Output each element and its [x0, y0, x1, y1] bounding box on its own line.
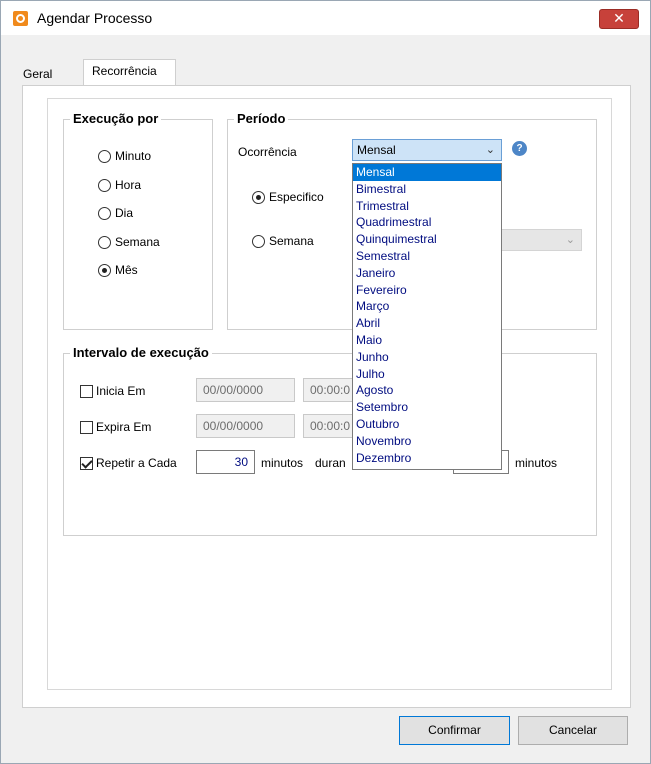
expira-time-field[interactable]: 00:00:0: [303, 414, 353, 438]
title-bar: Agendar Processo ✕: [1, 1, 650, 35]
dropdown-item[interactable]: Maio: [353, 332, 501, 349]
radio-circle[interactable]: [98, 149, 111, 163]
radio-hora-label: Hora: [115, 178, 142, 192]
cancel-button[interactable]: Cancelar: [518, 716, 628, 745]
help-icon[interactable]: ?: [512, 141, 527, 156]
app-logo-icon: [13, 11, 28, 26]
ocorrencia-dropdown-list[interactable]: Mensal Bimestral Trimestral Quadrimestral Qu…: [352, 163, 502, 470]
inicia-label: Inicia Em: [96, 384, 146, 398]
confirm-button[interactable]: Confirmar: [399, 716, 510, 745]
radio-especifico-label: Especifico: [269, 190, 324, 204]
dropdown-item[interactable]: Março: [353, 298, 501, 315]
execucao-group-title: Execução por: [70, 111, 162, 126]
radio-hora[interactable]: Hora: [98, 178, 141, 192]
inicia-checkbox[interactable]: [80, 384, 93, 398]
expira-date-field[interactable]: 00/00/0000: [196, 414, 295, 438]
duration-unit-label: minutos: [515, 456, 558, 470]
dropdown-item[interactable]: Mensal: [353, 164, 501, 181]
radio-semana[interactable]: Semana: [98, 235, 160, 249]
radio-mes-label: Mês: [115, 263, 138, 277]
expira-checkbox-row[interactable]: Expira Em: [80, 420, 151, 434]
periodo-group-title: Período: [234, 111, 289, 126]
ocorrencia-label: Ocorrência: [238, 145, 297, 159]
radio-minuto-label: Minuto: [115, 149, 152, 163]
repetir-checkbox-row[interactable]: Repetir a Cada: [80, 456, 177, 470]
dropdown-item[interactable]: Janeiro: [353, 265, 501, 282]
radio-dia[interactable]: Dia: [98, 206, 133, 220]
dropdown-item[interactable]: Abril: [353, 315, 501, 332]
dropdown-item[interactable]: Fevereiro: [353, 282, 501, 299]
inicia-time-field[interactable]: 00:00:0: [303, 378, 353, 402]
intervalo-group-title: Intervalo de execução: [70, 345, 212, 360]
radio-circle-checked[interactable]: [252, 190, 265, 204]
radio-semana-periodo[interactable]: Semana: [252, 234, 314, 248]
dropdown-item[interactable]: Setembro: [353, 399, 501, 416]
radio-mes[interactable]: Mês: [98, 263, 138, 277]
radio-minuto[interactable]: Minuto: [98, 149, 151, 163]
radio-dia-label: Dia: [115, 206, 134, 220]
chevron-down-icon: ⌄: [485, 144, 495, 156]
dropdown-item[interactable]: Junho: [353, 349, 501, 366]
radio-especifico[interactable]: Especifico: [252, 190, 324, 204]
radio-circle[interactable]: [98, 235, 111, 249]
expira-checkbox[interactable]: [80, 420, 93, 434]
inicia-checkbox-row[interactable]: Inicia Em: [80, 384, 145, 398]
dropdown-item[interactable]: Agosto: [353, 382, 501, 399]
ocorrencia-select[interactable]: Mensal ⌄: [352, 139, 502, 161]
dropdown-item[interactable]: Quinquimestral: [353, 231, 501, 248]
tab-geral[interactable]: Geral: [23, 67, 52, 81]
semana-select[interactable]: ⌄: [496, 229, 582, 251]
window-title: Agendar Processo: [37, 10, 153, 26]
dropdown-item[interactable]: Julho: [353, 366, 501, 383]
repetir-value-field[interactable]: 30: [196, 450, 255, 474]
repetir-checkbox[interactable]: [80, 456, 93, 470]
radio-circle-checked[interactable]: [98, 263, 111, 277]
radio-semana-label: Semana: [115, 235, 160, 249]
dropdown-item[interactable]: Dezembro: [353, 450, 501, 467]
dropdown-item[interactable]: Outubro: [353, 416, 501, 433]
radio-circle[interactable]: [98, 178, 111, 192]
dropdown-item[interactable]: Semestral: [353, 248, 501, 265]
dropdown-item[interactable]: Quadrimestral: [353, 214, 501, 231]
repetir-label: Repetir a Cada: [96, 456, 177, 470]
radio-circle[interactable]: [252, 234, 265, 248]
ocorrencia-value: Mensal: [357, 143, 396, 157]
radio-semana-periodo-label: Semana: [269, 234, 314, 248]
durante-label: duran: [315, 456, 346, 470]
expira-label: Expira Em: [96, 420, 152, 434]
inicia-date-field[interactable]: 00/00/0000: [196, 378, 295, 402]
dropdown-item[interactable]: Trimestral: [353, 198, 501, 215]
dropdown-item[interactable]: Bimestral: [353, 181, 501, 198]
dropdown-item[interactable]: Novembro: [353, 433, 501, 450]
close-button[interactable]: ✕: [599, 9, 639, 29]
dialog-window: Agendar Processo ✕ Geral Recorrência Exe…: [0, 0, 651, 764]
radio-circle[interactable]: [98, 206, 111, 220]
chevron-down-icon: ⌄: [565, 234, 575, 246]
tab-recorrencia[interactable]: Recorrência: [83, 59, 176, 85]
repetir-unit-label: minutos: [261, 456, 304, 470]
